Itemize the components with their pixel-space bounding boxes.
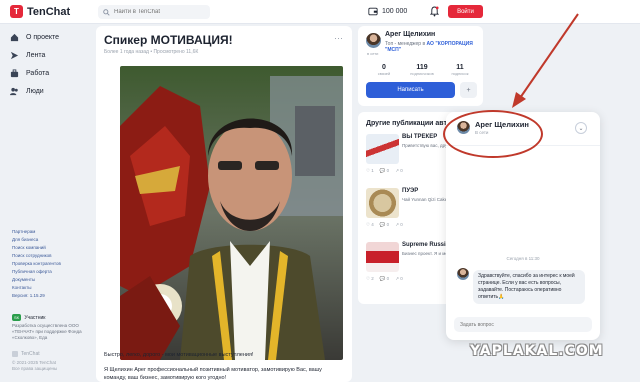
copyright: © 2021-2025 TenChat Все права защищены: [12, 360, 58, 371]
badge-label: Участник: [24, 314, 46, 321]
stat-following[interactable]: 11 подписок: [442, 64, 478, 76]
chevron-down-icon[interactable]: ⌄: [575, 122, 587, 134]
post-title: Спикер МОТИВАЦИЯ!: [104, 33, 233, 47]
avatar: [457, 268, 469, 280]
footer-link[interactable]: Поиск компаний: [12, 244, 92, 252]
publication-title: ВЫ ТРЕКЕР: [402, 134, 438, 140]
login-button[interactable]: Войти: [448, 5, 483, 18]
notifications-bell-icon[interactable]: [429, 6, 440, 19]
skolkovo-logo: SK: [12, 314, 22, 321]
publication-stats: ♡ 4 💬 0 ↗ 0: [366, 222, 403, 227]
sidebar-item-about[interactable]: О проекте: [10, 28, 90, 46]
publication-thumbnail: [366, 242, 399, 272]
online-status: в сети: [367, 51, 379, 56]
search-icon: [103, 8, 110, 16]
post-card: Спикер МОТИВАЦИЯ! Более 1 года назад • П…: [96, 26, 352, 382]
post-photo[interactable]: [120, 66, 343, 360]
wallet-icon: [368, 7, 378, 16]
tenchat-small-icon: [12, 351, 18, 357]
version-label: Версия: 1.15.29: [12, 293, 45, 298]
top-bar: T TenChat 100 000 Войти: [0, 0, 640, 24]
author-role: Топ - менеджер в АО "КОРПОРАЦИЯ "МСП": [385, 41, 473, 53]
message-bubble: Здравствуйте, спасибо за интерес к моей …: [473, 270, 585, 304]
publication-title: Supreme Russia..: [402, 242, 453, 248]
post-text-intro: Быстро, легко, дорого - мои мотивационны…: [104, 352, 254, 358]
footer-link[interactable]: Проверка контрагентов: [12, 260, 92, 268]
sidebar-item-feed[interactable]: Лента: [10, 46, 90, 64]
logo-text: TenChat: [27, 5, 71, 18]
stat-followers[interactable]: 119 подписчиков: [404, 64, 440, 76]
sidebar-item-people[interactable]: Люди: [10, 82, 90, 100]
footer-link[interactable]: Контакты: [12, 284, 92, 292]
stat-connections[interactable]: 0 связей: [366, 64, 402, 76]
publication-thumbnail: [366, 188, 399, 218]
publication-thumbnail: [366, 134, 399, 164]
feed-icon: [10, 51, 19, 59]
footer-logo-text: TenChat: [21, 351, 40, 357]
publication-stats: ♡ 2 💬 0 ↗ 0: [366, 276, 403, 281]
post-meta: Более 1 года назад • Просмотрено 11,6К: [104, 49, 199, 55]
annotation-ellipse: [443, 110, 543, 158]
watermark: YAPLAKAL.COM: [470, 343, 604, 359]
write-message-button[interactable]: Написать: [366, 82, 455, 98]
chat-date: Сегодня в 11:30: [506, 256, 540, 261]
publication-stats: ♡ 1 💬 0 ↗ 0: [366, 168, 403, 173]
search-box[interactable]: [98, 5, 210, 19]
balance[interactable]: 100 000: [368, 7, 407, 16]
more-options-icon[interactable]: ⋯: [334, 33, 343, 44]
briefcase-icon: [10, 68, 19, 77]
company-text: Разработка осуществлена ООО «ТЕНЧАТ» при…: [12, 323, 82, 340]
sidebar-item-label: Люди: [26, 87, 44, 95]
footer-link[interactable]: Партнерам: [12, 228, 92, 236]
sidebar-item-label: Работа: [26, 69, 50, 77]
add-contact-icon[interactable]: +: [460, 82, 477, 98]
search-input[interactable]: [114, 9, 204, 15]
sidebar-nav: О проекте Лента Работа Люди: [10, 28, 90, 100]
sidebar-item-label: Лента: [26, 51, 46, 59]
footer-link[interactable]: Для бизнеса: [12, 236, 92, 244]
footer-link[interactable]: Документы: [12, 276, 92, 284]
footer-link[interactable]: Поиск сотрудников: [12, 252, 92, 260]
skolkovo-badge: SK Участник: [12, 314, 45, 321]
publication-title: ПУЭР: [402, 188, 419, 194]
footer-link[interactable]: Публичная оферта: [12, 268, 92, 276]
sidebar-item-work[interactable]: Работа: [10, 64, 90, 82]
sidebar-item-label: О проекте: [26, 33, 60, 41]
author-name[interactable]: Арег Щелихин: [385, 31, 435, 38]
footer-links: Партнерам Для бизнеса Поиск компаний Пои…: [12, 228, 92, 300]
author-profile-card: Арег Щелихин Топ - менеджер в АО "КОРПОР…: [358, 26, 483, 106]
balance-value: 100 000: [382, 8, 408, 15]
people-icon: [10, 87, 18, 95]
logo[interactable]: T TenChat: [10, 5, 70, 18]
home-icon: [10, 33, 19, 41]
profile-stats: 0 связей 119 подписчиков 11 подписок: [366, 64, 478, 76]
tenchat-logo-icon: T: [10, 5, 23, 18]
footer-logo: TenChat: [12, 351, 40, 357]
post-text-body: Я Щелихин Арег профессиональный позитивн…: [104, 367, 322, 381]
avatar[interactable]: [366, 33, 381, 48]
chat-message-input[interactable]: [454, 317, 592, 332]
